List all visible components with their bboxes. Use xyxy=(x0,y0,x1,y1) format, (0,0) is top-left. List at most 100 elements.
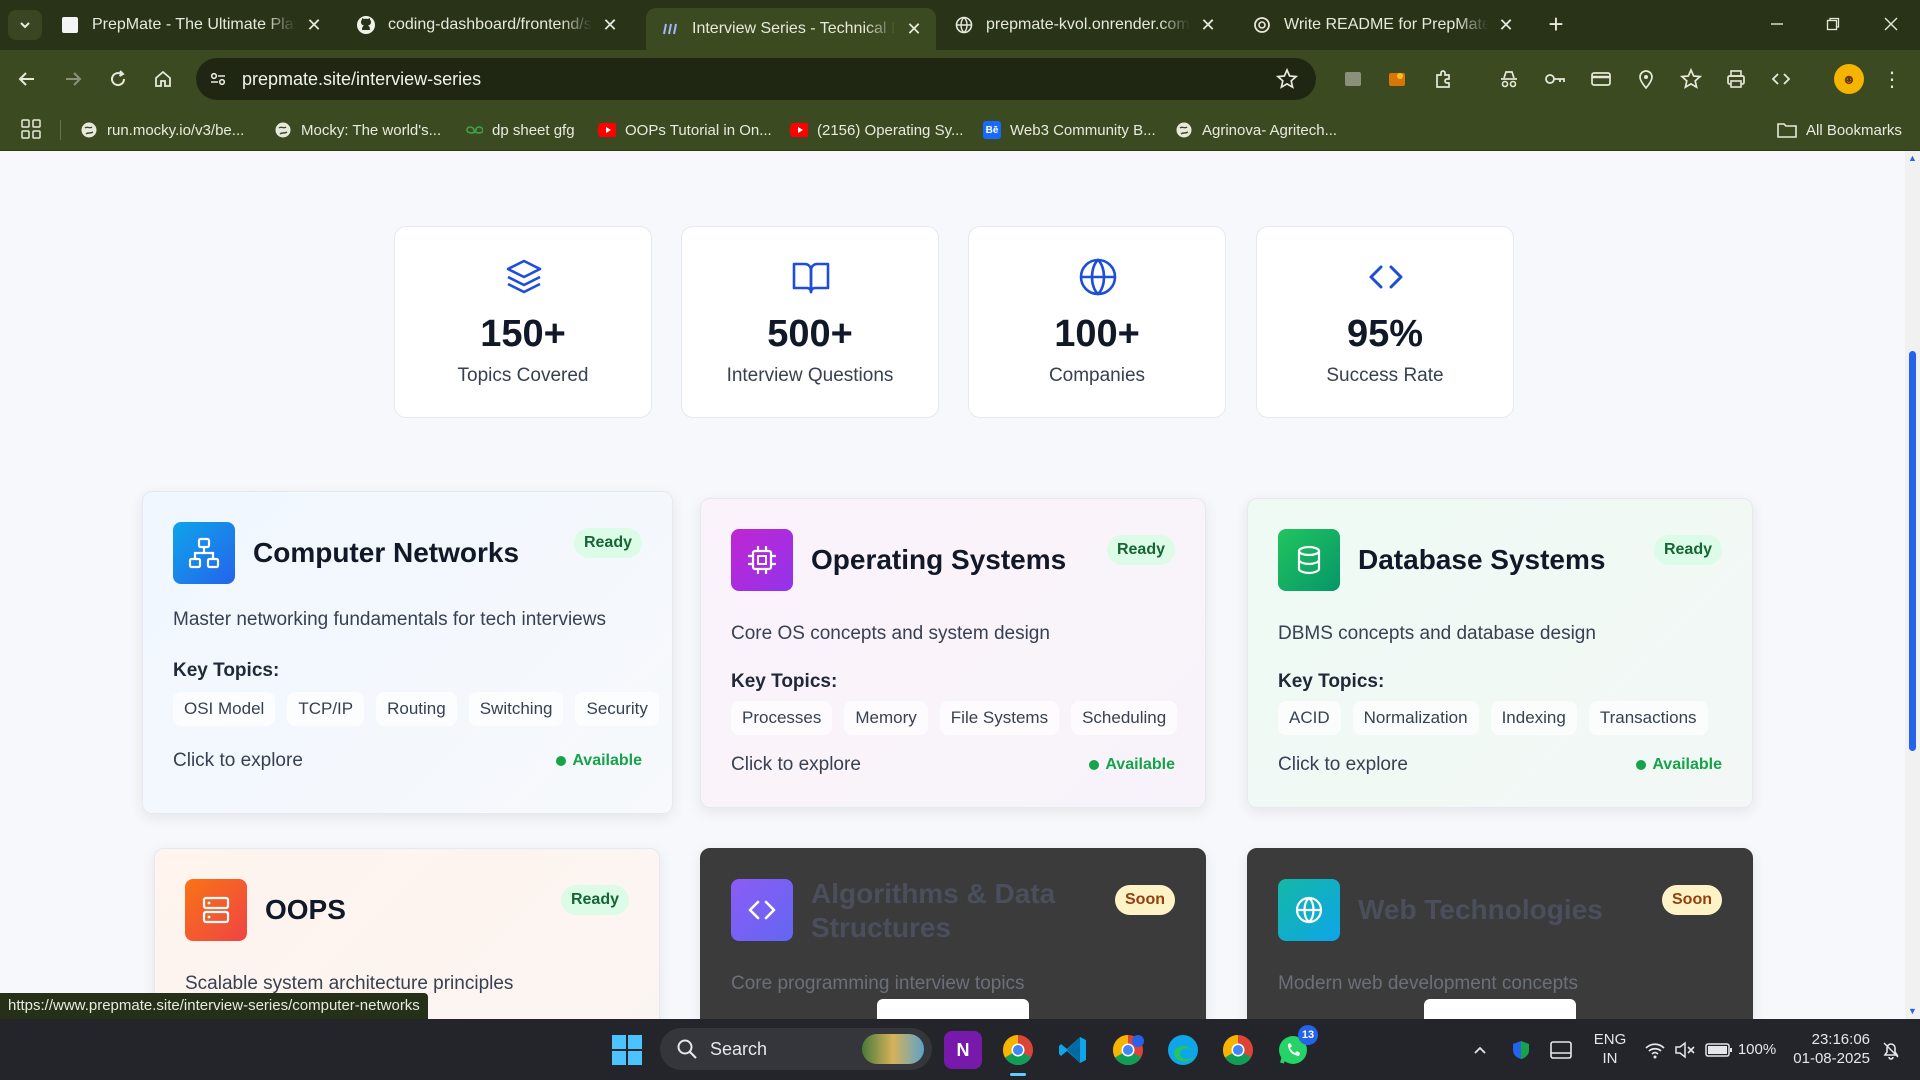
chevron-up-icon[interactable] xyxy=(1467,1037,1493,1063)
forward-button[interactable] xyxy=(58,64,88,94)
bookmark-item[interactable]: run.mocky.io/v3/be... xyxy=(80,116,244,144)
clock[interactable]: 23:16:06 01-08-2025 xyxy=(1786,1030,1870,1068)
chrome-icon[interactable] xyxy=(999,1031,1037,1076)
globe-icon xyxy=(80,121,98,139)
bookmark-label: Mocky: The world's... xyxy=(301,121,442,139)
card-title: Operating Systems xyxy=(811,544,1067,575)
incognito-icon[interactable] xyxy=(1496,66,1522,92)
chrome-profile-icon[interactable] xyxy=(1109,1031,1147,1069)
bookmarks-bar: run.mocky.io/v3/be... Mocky: The world's… xyxy=(0,108,1920,151)
card-description: Core programming interview topics xyxy=(731,973,1025,994)
topic-chips: Processes Memory File Systems Scheduling xyxy=(731,701,1178,735)
scroll-down-icon[interactable]: ▼ xyxy=(1908,1007,1917,1016)
shield-icon[interactable] xyxy=(1508,1037,1534,1063)
more-menu-icon[interactable]: ⋮ xyxy=(1880,64,1904,94)
windows-start-icon[interactable] xyxy=(612,1035,642,1065)
status-badge: Ready xyxy=(1653,535,1722,565)
scroll-up-icon[interactable]: ▲ xyxy=(1908,154,1917,163)
close-icon[interactable]: ✕ xyxy=(304,15,324,35)
tab-github[interactable]: coding-dashboard/frontend/src ✕ xyxy=(342,6,632,44)
key-icon[interactable] xyxy=(1542,66,1568,92)
print-icon[interactable] xyxy=(1723,66,1749,92)
tab-title: Write README for PrepMate xyxy=(1284,16,1488,33)
explore-link[interactable]: Click to explore xyxy=(731,754,861,776)
all-bookmarks-button[interactable]: All Bookmarks xyxy=(1776,116,1902,144)
network-icon xyxy=(173,522,235,584)
url-text[interactable]: prepmate.site/interview-series xyxy=(242,69,481,90)
tab-search-button[interactable] xyxy=(8,10,42,40)
battery-icon[interactable] xyxy=(1704,1037,1734,1063)
tab-interview-series[interactable]: Interview Series - Technical Interview P… xyxy=(646,8,936,50)
bookmark-item[interactable]: Bē Web3 Community B... xyxy=(983,116,1156,144)
scroll-thumb[interactable] xyxy=(1909,351,1916,751)
profile-avatar[interactable]: ☻ xyxy=(1834,64,1864,94)
bookmark-label: OOPs Tutorial in On... xyxy=(625,121,772,139)
volume-muted-icon[interactable] xyxy=(1672,1037,1698,1063)
location-icon[interactable] xyxy=(1633,66,1659,92)
bookmark-star-icon[interactable] xyxy=(1275,67,1299,95)
browser-toolbar: prepmate.site/interview-series ☻ ⋮ xyxy=(0,50,1920,108)
bookmark-item[interactable]: Mocky: The world's... xyxy=(274,116,441,144)
youtube-icon xyxy=(598,121,616,139)
site-info-icon[interactable] xyxy=(200,61,236,97)
topic-card-computer-networks[interactable]: Computer Networks Ready Master networkin… xyxy=(142,491,673,814)
onenote-icon[interactable]: N xyxy=(944,1031,982,1069)
topic-chip: Transactions xyxy=(1588,701,1708,735)
book-open-icon xyxy=(792,262,830,294)
behance-icon: Bē xyxy=(983,121,1001,139)
reload-button[interactable] xyxy=(103,64,133,94)
home-button[interactable] xyxy=(148,64,178,94)
status-badge: Soon xyxy=(1662,885,1722,915)
tab-title: Interview Series - Technical Interview P… xyxy=(692,20,896,37)
back-button[interactable] xyxy=(12,64,42,94)
close-window-button[interactable] xyxy=(1868,8,1914,40)
notifications-bell-icon[interactable] xyxy=(1878,1037,1904,1063)
taskbar-search[interactable]: Search xyxy=(660,1028,932,1070)
whatsapp-icon[interactable]: 13 xyxy=(1274,1025,1318,1069)
github-icon xyxy=(356,15,376,35)
puzzle-icon[interactable] xyxy=(1430,66,1456,92)
extension-icon[interactable] xyxy=(1384,66,1410,92)
wifi-icon[interactable] xyxy=(1642,1037,1668,1063)
explore-link[interactable]: Click to explore xyxy=(173,750,303,772)
topic-chip: Routing xyxy=(376,692,457,726)
tab-api[interactable]: prepmate-kvol.onrender.com/api ✕ xyxy=(940,6,1230,44)
topic-chip: Security xyxy=(575,692,659,726)
minimize-button[interactable] xyxy=(1754,8,1800,40)
edge-icon[interactable] xyxy=(1164,1031,1202,1069)
bookmark-item[interactable]: Agrinova- Agritech... xyxy=(1175,116,1337,144)
new-tab-button[interactable]: + xyxy=(1540,10,1572,40)
bookmark-label: run.mocky.io/v3/be... xyxy=(107,121,245,139)
search-icon xyxy=(674,1036,700,1062)
topic-card-database-systems[interactable]: Database Systems Ready DBMS concepts and… xyxy=(1247,498,1753,808)
tab-chatgpt[interactable]: Write README for PrepMate ✕ xyxy=(1238,6,1528,44)
chrome-icon[interactable] xyxy=(1219,1031,1257,1069)
vscode-icon[interactable] xyxy=(1054,1031,1092,1069)
language-indicator[interactable]: ENG IN xyxy=(1592,1030,1628,1068)
code-icon[interactable] xyxy=(1768,66,1794,92)
bookmark-star-icon[interactable] xyxy=(1678,66,1704,92)
apps-grid-icon[interactable] xyxy=(20,118,44,142)
close-icon[interactable]: ✕ xyxy=(904,19,924,39)
stat-value: 95% xyxy=(1346,313,1424,355)
status-badge: Ready xyxy=(1106,535,1175,565)
extension-icon[interactable] xyxy=(1340,66,1366,92)
restore-button[interactable] xyxy=(1810,8,1856,40)
topic-card-operating-systems[interactable]: Operating Systems Ready Core OS concepts… xyxy=(700,498,1206,808)
touchpad-icon[interactable] xyxy=(1548,1037,1574,1063)
address-bar[interactable]: prepmate.site/interview-series xyxy=(196,58,1316,100)
bookmark-item[interactable]: dp sheet gfg xyxy=(465,116,575,144)
key-topics-heading: Key Topics: xyxy=(731,671,838,692)
topic-card-algorithms: Algorithms & Data Structures Soon Core p… xyxy=(700,848,1206,1019)
bookmark-item[interactable]: (2156) Operating Sy... xyxy=(790,116,963,144)
tab-prepmate-home[interactable]: PrepMate - The Ultimate Platform for Pla… xyxy=(46,6,336,44)
card-icon[interactable] xyxy=(1588,66,1614,92)
bookmark-item[interactable]: OOPs Tutorial in On... xyxy=(598,116,772,144)
stat-label: Interview Questions xyxy=(726,365,894,386)
close-icon[interactable]: ✕ xyxy=(1496,15,1516,35)
explore-link[interactable]: Click to explore xyxy=(1278,754,1408,776)
close-icon[interactable]: ✕ xyxy=(600,15,620,35)
page-scrollbar[interactable]: ▲ ▼ xyxy=(1905,151,1920,1019)
close-icon[interactable]: ✕ xyxy=(1198,15,1218,35)
openai-icon xyxy=(1252,15,1272,35)
